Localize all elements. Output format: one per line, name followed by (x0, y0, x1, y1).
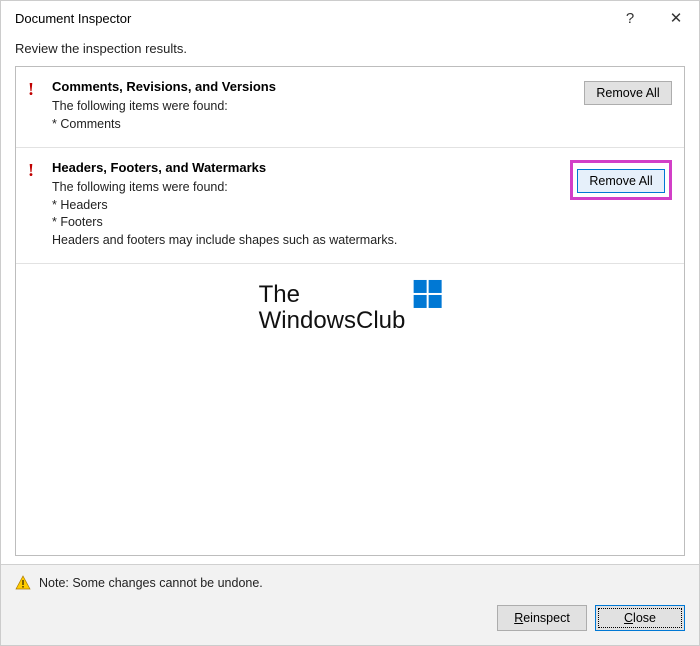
help-button[interactable]: ? (607, 1, 653, 35)
result-line: * Headers (52, 197, 562, 215)
help-icon: ? (626, 10, 634, 27)
result-line: The following items were found: (52, 179, 562, 197)
watermark-text: The WindowsClub (259, 282, 406, 335)
titlebar: Document Inspector ? ✕ (1, 1, 699, 35)
alert-icon: ! (28, 79, 52, 98)
result-line: The following items were found: (52, 98, 576, 116)
reinspect-button[interactable]: Reinspect (497, 605, 587, 631)
remove-all-button[interactable]: Remove All (577, 169, 665, 193)
watermark-logo-text: The WindowsClub (259, 282, 442, 335)
close-button[interactable]: Close (595, 605, 685, 631)
result-line: * Footers (52, 214, 562, 232)
footer-note: Note: Some changes cannot be undone. (15, 575, 685, 591)
result-title: Comments, Revisions, and Versions (52, 79, 576, 94)
reinspect-label-rest: einspect (523, 611, 570, 625)
result-item-headers-footers: ! Headers, Footers, and Watermarks The f… (16, 148, 684, 264)
highlight-annotation: Remove All (570, 160, 672, 200)
document-inspector-dialog: Document Inspector ? ✕ Review the inspec… (0, 0, 700, 646)
alert-icon: ! (28, 160, 52, 179)
close-window-button[interactable]: ✕ (653, 1, 699, 35)
dialog-footer: Note: Some changes cannot be undone. Rei… (1, 564, 699, 645)
result-body: Comments, Revisions, and Versions The fo… (52, 79, 584, 133)
mnemonic: C (624, 611, 633, 625)
watermark-line1: The (259, 281, 300, 308)
results-panel: ! Comments, Revisions, and Versions The … (15, 66, 685, 556)
close-icon: ✕ (670, 9, 683, 27)
result-line: * Comments (52, 116, 576, 134)
mnemonic: R (514, 611, 523, 625)
result-body: Headers, Footers, and Watermarks The fol… (52, 160, 570, 249)
subheading: Review the inspection results. (1, 35, 699, 66)
watermark-line2: WindowsClub (259, 307, 406, 334)
warning-icon (15, 575, 31, 591)
result-line: Headers and footers may include shapes s… (52, 232, 562, 250)
windows-logo-icon (413, 280, 441, 308)
close-label-rest: lose (633, 611, 656, 625)
dialog-title: Document Inspector (15, 11, 607, 26)
result-item-comments: ! Comments, Revisions, and Versions The … (16, 67, 684, 148)
result-title: Headers, Footers, and Watermarks (52, 160, 562, 175)
remove-all-button[interactable]: Remove All (584, 81, 672, 105)
footer-note-text: Note: Some changes cannot be undone. (39, 576, 263, 590)
footer-buttons: Reinspect Close (15, 605, 685, 631)
